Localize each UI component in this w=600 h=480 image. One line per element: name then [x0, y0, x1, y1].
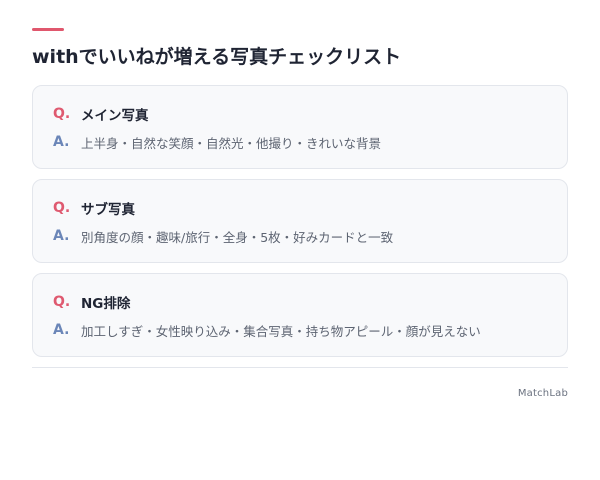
question-row: Q. NG排除	[53, 292, 547, 312]
question-row: Q. メイン写真	[53, 104, 547, 124]
answer-row: A. 加工しすぎ・女性映り込み・集合写真・持ち物アピール・顔が見えない	[53, 320, 547, 340]
question-row: Q. サブ写真	[53, 198, 547, 218]
brand-label: MatchLab	[517, 388, 568, 399]
question-text: メイン写真	[81, 108, 149, 124]
question-mark: Q.	[53, 106, 71, 122]
question-mark: Q.	[53, 200, 71, 216]
question-mark: Q.	[53, 294, 71, 310]
answer-text: 加工しすぎ・女性映り込み・集合写真・持ち物アピール・顔が見えない	[81, 323, 481, 339]
qa-card-sub-photo: Q. サブ写真 A. 別角度の顔・趣味/旅行・全身・5枚・好みカードと一致	[32, 179, 568, 263]
qa-card-main-photo: Q. メイン写真 A. 上半身・自然な笑顔・自然光・他撮り・きれいな背景	[32, 85, 568, 169]
answer-text: 別角度の顔・趣味/旅行・全身・5枚・好みカードと一致	[81, 229, 394, 245]
answer-mark: A.	[53, 228, 70, 244]
answer-row: A. 別角度の顔・趣味/旅行・全身・5枚・好みカードと一致	[53, 226, 547, 246]
question-text: NG排除	[81, 296, 131, 312]
qa-list: Q. メイン写真 A. 上半身・自然な笑顔・自然光・他撮り・きれいな背景 Q. …	[32, 85, 568, 357]
title-accent-bar	[32, 28, 64, 31]
answer-row: A. 上半身・自然な笑顔・自然光・他撮り・きれいな背景	[53, 132, 547, 152]
page-title: withでいいねが増える写真チェックリスト	[32, 46, 402, 68]
qa-card-ng: Q. NG排除 A. 加工しすぎ・女性映り込み・集合写真・持ち物アピール・顔が見…	[32, 273, 568, 357]
checklist-page: withでいいねが増える写真チェックリスト Q. メイン写真 A. 上半身・自然…	[32, 28, 568, 399]
footer-divider	[32, 367, 568, 368]
answer-mark: A.	[53, 134, 70, 150]
answer-text: 上半身・自然な笑顔・自然光・他撮り・きれいな背景	[81, 135, 382, 151]
question-text: サブ写真	[81, 202, 135, 218]
answer-mark: A.	[53, 322, 70, 338]
